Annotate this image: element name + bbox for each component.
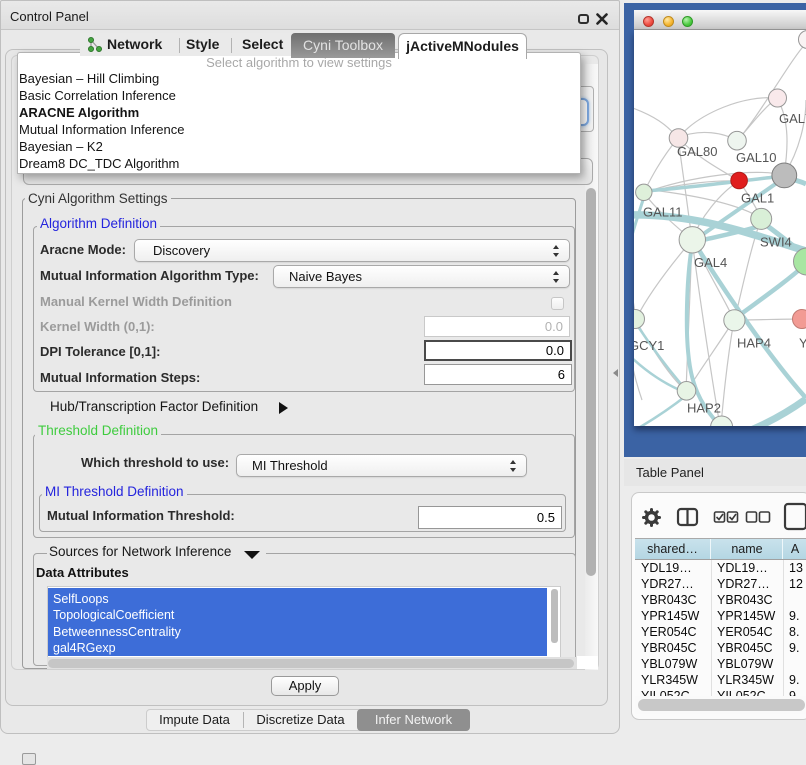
svg-text:GAL1: GAL1 bbox=[741, 191, 774, 206]
svg-text:GAL10: GAL10 bbox=[736, 150, 776, 165]
svg-text:SWI4: SWI4 bbox=[760, 235, 792, 250]
svg-text:HAP4: HAP4 bbox=[737, 336, 771, 351]
svg-text:HAP2: HAP2 bbox=[687, 401, 721, 416]
svg-text:GCY1: GCY1 bbox=[634, 338, 664, 353]
svg-text:YI: YI bbox=[799, 336, 806, 351]
svg-text:GAL80: GAL80 bbox=[677, 144, 717, 159]
svg-text:GAL11: GAL11 bbox=[643, 205, 683, 220]
svg-text:GAL4: GAL4 bbox=[694, 255, 727, 270]
svg-text:GAL7: GAL7 bbox=[779, 111, 806, 126]
